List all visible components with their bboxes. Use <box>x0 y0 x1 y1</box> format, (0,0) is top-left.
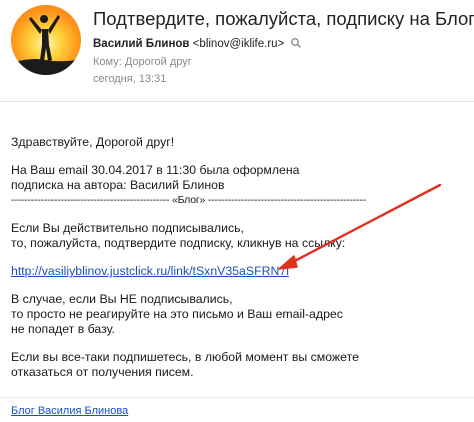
body-line: Если Вы действительно подписывались, <box>11 221 244 235</box>
body-line: Если вы все-таки подпишетесь, в любой мо… <box>11 350 359 364</box>
blog-footer-link[interactable]: Блог Василия Блинова <box>11 405 128 417</box>
body-line: отказаться от получения писем. <box>11 365 194 379</box>
message-date: сегодня, 13:31 <box>93 73 167 85</box>
magnifier-icon[interactable] <box>290 37 302 49</box>
footer-divider <box>0 397 474 398</box>
sender-row: Василий Блинов <blinov@iklife.ru> <box>93 37 302 50</box>
body-line: подписка на автора: Василий Блинов <box>11 178 225 192</box>
greeting-text: Здравствуйте, Дорогой друг! <box>11 135 175 149</box>
sender-email[interactable]: <blinov@iklife.ru> <box>193 38 285 50</box>
sender-name[interactable]: Василий Блинов <box>93 38 190 50</box>
message-header: Подтвердите, пожалуйста, подписку на Бло… <box>0 0 474 96</box>
body-line: В случае, если Вы НЕ подписывались, <box>11 292 233 306</box>
sender-avatar[interactable] <box>11 5 81 75</box>
body-line: На Ваш email 30.04.2017 в 11:30 была офо… <box>11 163 300 177</box>
confirmation-link[interactable]: http://vasiliyblinov.justclick.ru/link/t… <box>11 264 289 279</box>
recipient-label: Кому: Дорогой друг <box>93 56 192 68</box>
header-divider <box>0 101 474 102</box>
email-subject: Подтвердите, пожалуйста, подписку на Бло… <box>93 8 474 29</box>
body-line: не попадет в базу. <box>11 322 115 336</box>
blog-separator: ----------------------------------------… <box>11 194 367 206</box>
body-line: то, пожалуйста, подтвердите подписку, кл… <box>11 236 346 250</box>
person-silhouette-icon <box>11 15 81 75</box>
body-line: то просто не реагируйте на это письмо и … <box>11 307 343 321</box>
